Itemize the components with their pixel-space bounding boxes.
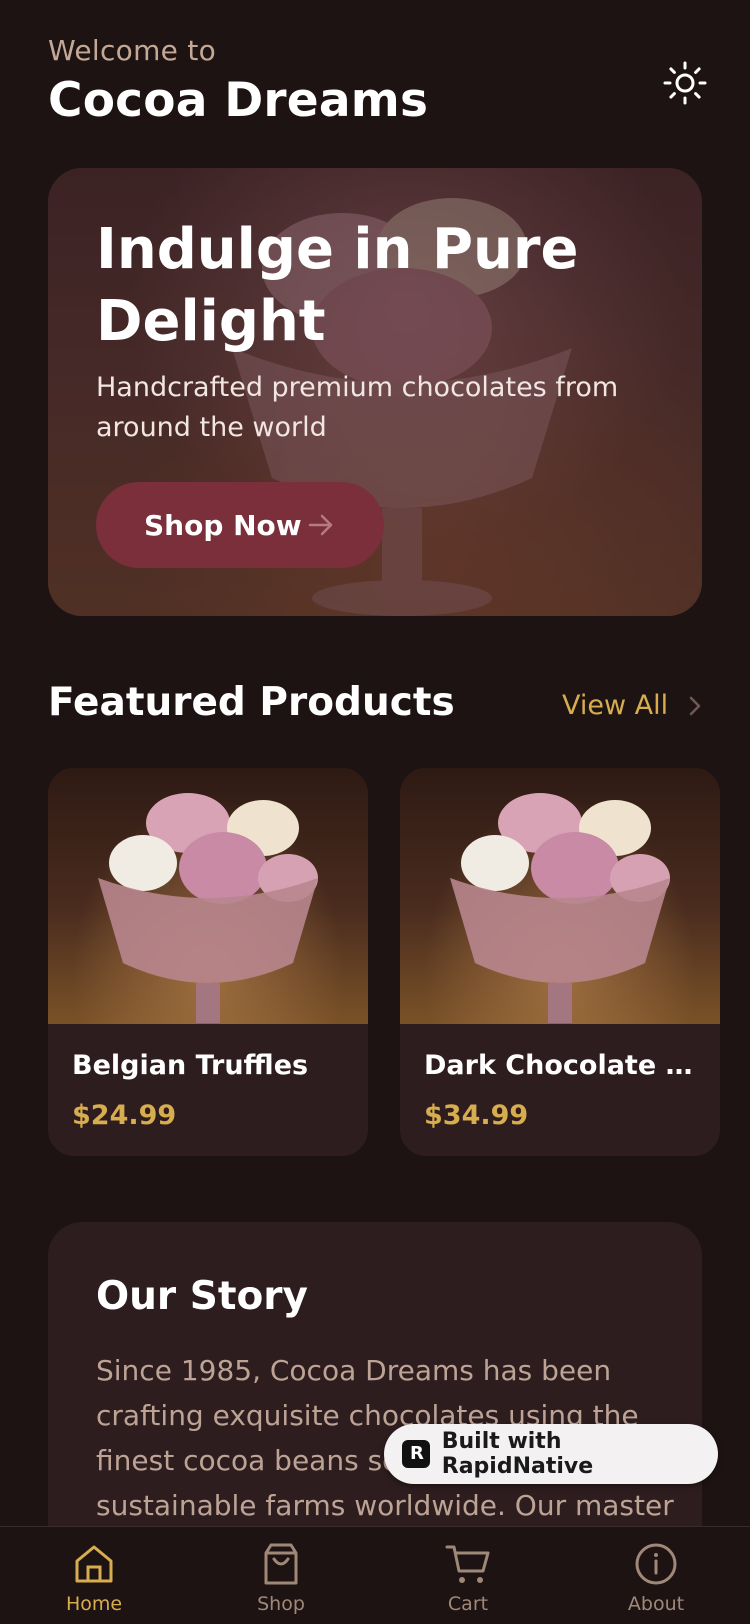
shop-now-button[interactable]: Shop Now: [96, 482, 384, 568]
product-image: [400, 768, 720, 1024]
tab-cart-label: Cart: [447, 1593, 489, 1615]
view-all-label: View All: [562, 690, 669, 721]
arrow-right-icon: [308, 514, 333, 536]
view-all-link[interactable]: View All: [562, 690, 706, 721]
our-story-title: Our Story: [96, 1274, 308, 1319]
built-with-badge[interactable]: R Built with RapidNative: [384, 1424, 718, 1484]
product-name: Belgian Truffles: [72, 1050, 309, 1081]
cart-icon: [445, 1545, 490, 1583]
tab-shop-label: Shop: [257, 1593, 305, 1615]
tab-about[interactable]: About: [596, 1541, 716, 1624]
tab-home-label: Home: [65, 1593, 123, 1615]
tab-cart[interactable]: Cart: [408, 1541, 528, 1624]
product-card[interactable]: Dark Chocolate B... $34.99: [400, 768, 720, 1156]
shop-now-label: Shop Now: [144, 508, 302, 542]
featured-products-title: Featured Products: [48, 680, 455, 725]
tab-shop[interactable]: Shop: [221, 1541, 341, 1624]
product-card[interactable]: Belgian Truffles $24.99: [48, 768, 368, 1156]
product-price: $34.99: [424, 1100, 529, 1131]
theme-toggle-button[interactable]: [662, 60, 708, 106]
bottom-tab-bar: Home Shop Cart About: [0, 1526, 750, 1624]
shopping-bag-icon: [264, 1543, 298, 1585]
hero-title: Indulge in Pure Delight: [96, 217, 579, 354]
home-icon: [75, 1545, 113, 1583]
brand-title: Cocoa Dreams: [48, 73, 429, 128]
product-price: $24.99: [72, 1100, 177, 1131]
rapidnative-logo-icon: R: [402, 1440, 430, 1468]
info-icon: [635, 1543, 677, 1585]
tab-home[interactable]: Home: [34, 1541, 154, 1624]
product-name: Dark Chocolate B...: [424, 1050, 704, 1081]
header: Welcome to Cocoa Dreams: [48, 34, 708, 134]
product-image: [48, 768, 368, 1024]
sun-icon: [663, 61, 707, 105]
hero-banner: Indulge in Pure Delight Handcrafted prem…: [48, 168, 702, 616]
badge-label: Built with RapidNative: [441, 1429, 594, 1479]
app-screen: Welcome to Cocoa Dreams Indulge in Pure …: [0, 0, 750, 1624]
welcome-text: Welcome to: [48, 34, 217, 67]
chevron-right-icon: [689, 696, 701, 715]
hero-subtitle: Handcrafted premium chocolates from arou…: [96, 372, 619, 443]
tab-about-label: About: [627, 1593, 685, 1615]
